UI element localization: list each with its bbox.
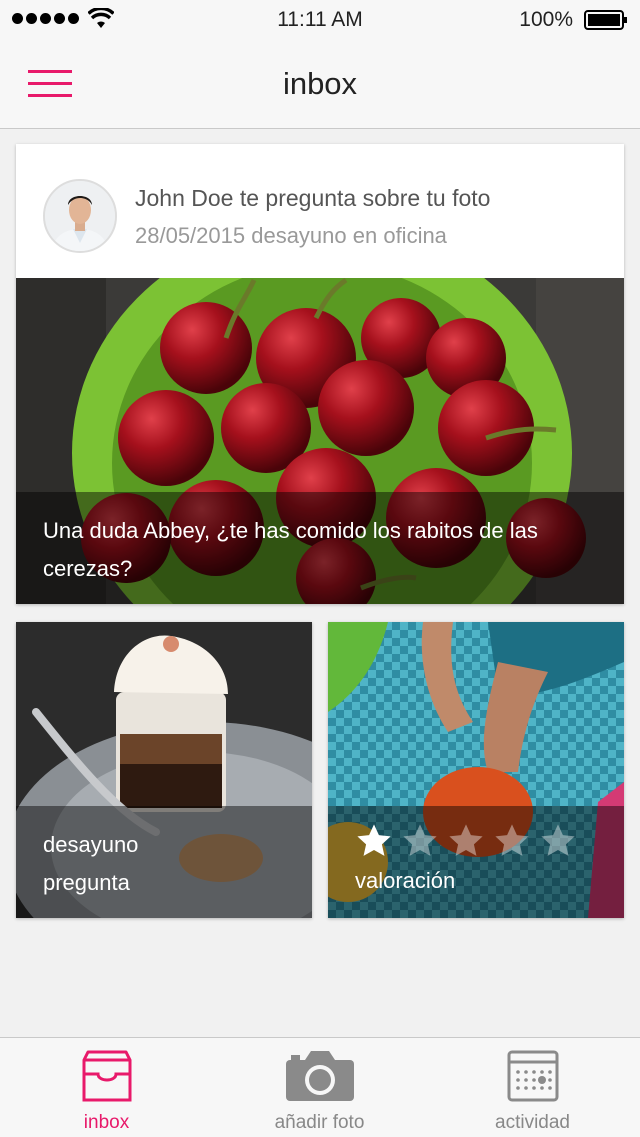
rating-overlay: valoración (328, 806, 624, 918)
breakfast-question-card[interactable]: desayuno pregunta (16, 622, 312, 918)
star-filled-icon[interactable] (355, 822, 393, 860)
tab-add-photo-label: añadir foto (274, 1112, 365, 1133)
battery-percentage: 100% (519, 8, 573, 31)
star-rating[interactable] (355, 822, 597, 860)
calendar-icon (507, 1050, 558, 1102)
tab-activity[interactable]: actividad (426, 1038, 639, 1137)
page-title: inbox (282, 66, 358, 101)
inbox-tray-icon (82, 1050, 131, 1102)
status-bar: 11:11 AM 100% (0, 0, 640, 40)
nav-bar: inbox (0, 40, 640, 129)
star-empty-icon[interactable] (493, 822, 531, 860)
star-empty-icon[interactable] (539, 822, 577, 860)
tab-inbox[interactable]: inbox (0, 1038, 213, 1137)
tab-add-photo[interactable]: añadir foto (213, 1038, 426, 1137)
caption-overlay: Una duda Abbey, ¿te has comido los rabit… (16, 492, 624, 604)
card-line-pregunta: pregunta (43, 870, 130, 895)
avatar[interactable] (43, 179, 117, 253)
rating-card[interactable]: valoración (328, 622, 624, 918)
battery-icon (584, 10, 627, 30)
rating-label: valoración (355, 868, 456, 893)
message-subtitle: 28/05/2015 desayuno en oficina (135, 223, 447, 248)
tab-inbox-label: inbox (83, 1112, 130, 1133)
card-line-desayuno: desayuno (43, 832, 139, 857)
question-line-2: cerezas? (43, 556, 133, 581)
user-photo (45, 181, 115, 251)
message-title: John Doe te pregunta sobre tu foto (135, 185, 491, 211)
star-empty-icon[interactable] (401, 822, 439, 860)
tab-bar: inbox añadir foto actividad (0, 1037, 640, 1137)
cherries-photo[interactable]: Una duda Abbey, ¿te has comido los rabit… (16, 278, 624, 604)
message-card[interactable]: John Doe te pregunta sobre tu foto 28/05… (16, 144, 624, 604)
tab-activity-label: actividad (495, 1112, 570, 1133)
question-line-1: Una duda Abbey, ¿te has comido los rabit… (43, 518, 538, 543)
camera-icon (285, 1051, 354, 1101)
star-empty-icon[interactable] (447, 822, 485, 860)
card-overlay: desayuno pregunta (16, 806, 312, 918)
